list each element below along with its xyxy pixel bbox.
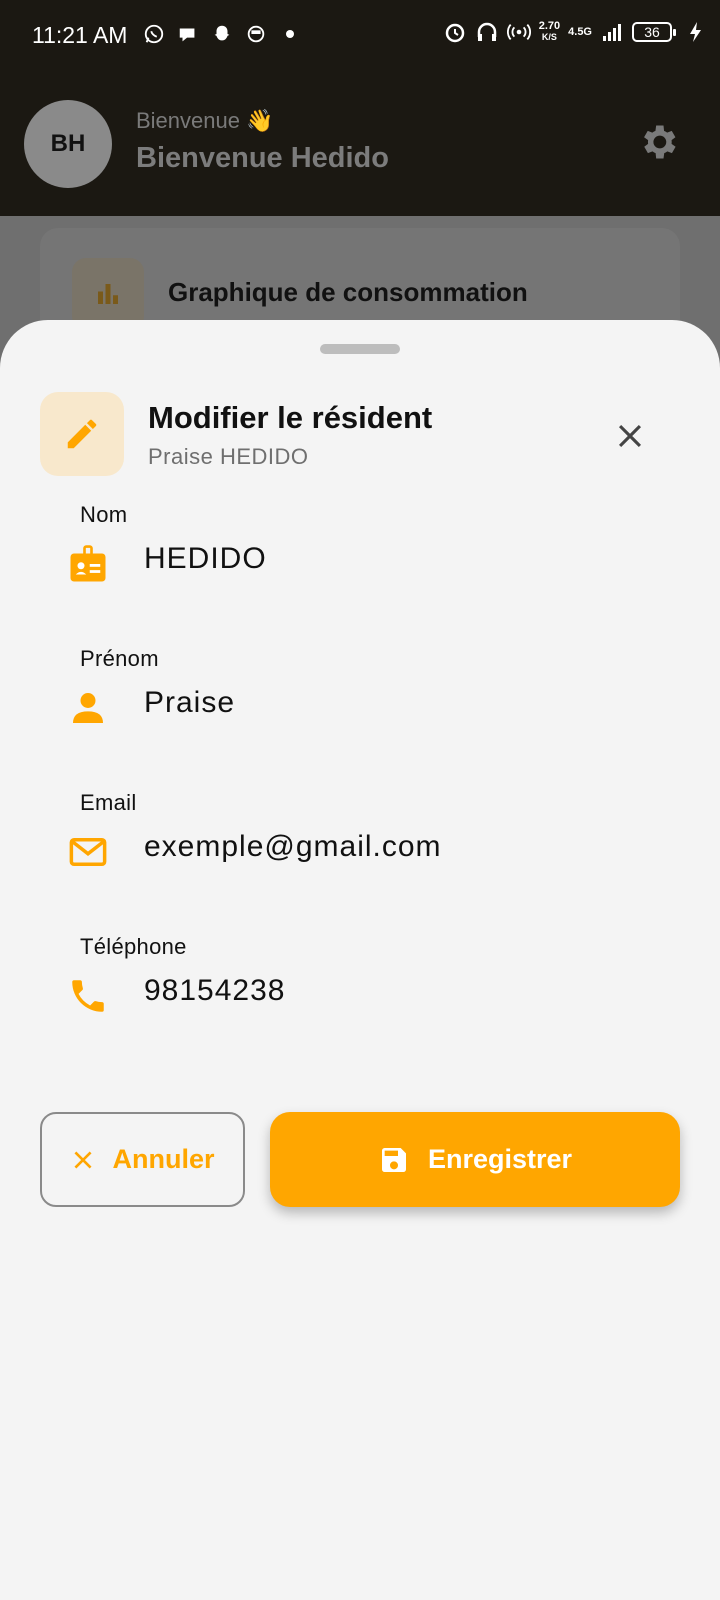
welcome-greeting: Bienvenue 👋 <box>136 108 274 133</box>
net-speed-unit: K/S <box>541 32 557 42</box>
email-field[interactable]: Email exemple@gmail.com <box>0 790 720 920</box>
badge-icon <box>64 540 112 588</box>
sheet-subtitle: Praise HEDIDO <box>148 444 309 469</box>
save-button-label: Enregistrer <box>427 1144 573 1174</box>
status-right-icons: 2.70 K/S 4.5G 36 <box>443 20 708 44</box>
edit-resident-sheet: Modifier le résident Praise HEDIDO Nom H… <box>0 320 720 1600</box>
app-icon <box>244 22 268 46</box>
nom-input[interactable]: HEDIDO <box>144 542 267 576</box>
signal-icon <box>600 20 624 44</box>
close-icon <box>618 424 642 448</box>
cancel-button-label: Annuler <box>112 1144 215 1174</box>
avatar[interactable]: BH <box>24 100 112 188</box>
net-speed: 2.70 K/S <box>539 21 560 43</box>
charging-icon <box>684 20 708 44</box>
nom-field[interactable]: Nom HEDIDO <box>0 502 720 632</box>
phone-icon <box>64 972 112 1020</box>
app-header: BH Bienvenue 👋 Bienvenue Hedido <box>0 72 720 216</box>
status-bar: 11:21 AM 2.70 K/S 4.5G 36 <box>0 0 720 72</box>
sheet-title: Modifier le résident <box>148 400 433 435</box>
prenom-field[interactable]: Prénom Praise <box>0 646 720 776</box>
status-left-icons <box>142 22 302 46</box>
chart-card-title: Graphique de consommation <box>168 277 528 307</box>
telephone-label: Téléphone <box>80 934 187 959</box>
hotspot-icon <box>506 20 531 44</box>
gear-icon[interactable] <box>636 120 680 164</box>
save-button[interactable]: Enregistrer <box>270 1112 680 1207</box>
network-type: 4.5G <box>568 25 592 38</box>
cancel-button[interactable]: Annuler <box>40 1112 245 1207</box>
nom-label: Nom <box>80 502 128 527</box>
prenom-input[interactable]: Praise <box>144 686 235 720</box>
save-icon <box>381 1147 406 1172</box>
person-icon <box>64 684 112 732</box>
battery-icon: 36 <box>632 22 676 42</box>
welcome-title: Bienvenue Hedido <box>136 142 389 174</box>
prenom-label: Prénom <box>80 646 159 671</box>
telephone-field[interactable]: Téléphone 98154238 <box>0 934 720 1064</box>
close-icon <box>74 1150 92 1169</box>
whatsapp-icon <box>142 22 166 46</box>
drag-handle[interactable] <box>320 344 400 354</box>
close-button[interactable] <box>606 412 654 460</box>
telephone-input[interactable]: 98154238 <box>144 974 285 1008</box>
alarm-icon <box>443 20 467 44</box>
email-input[interactable]: exemple@gmail.com <box>144 830 442 864</box>
dot-icon <box>278 22 302 46</box>
pencil-icon <box>40 392 124 476</box>
snapchat-icon <box>210 22 234 46</box>
status-time: 11:21 AM <box>32 22 128 48</box>
net-speed-value: 2.70 <box>538 20 561 32</box>
email-label: Email <box>80 790 137 815</box>
headphones-icon <box>475 20 499 44</box>
message-icon <box>176 22 200 46</box>
mail-icon <box>64 828 112 876</box>
